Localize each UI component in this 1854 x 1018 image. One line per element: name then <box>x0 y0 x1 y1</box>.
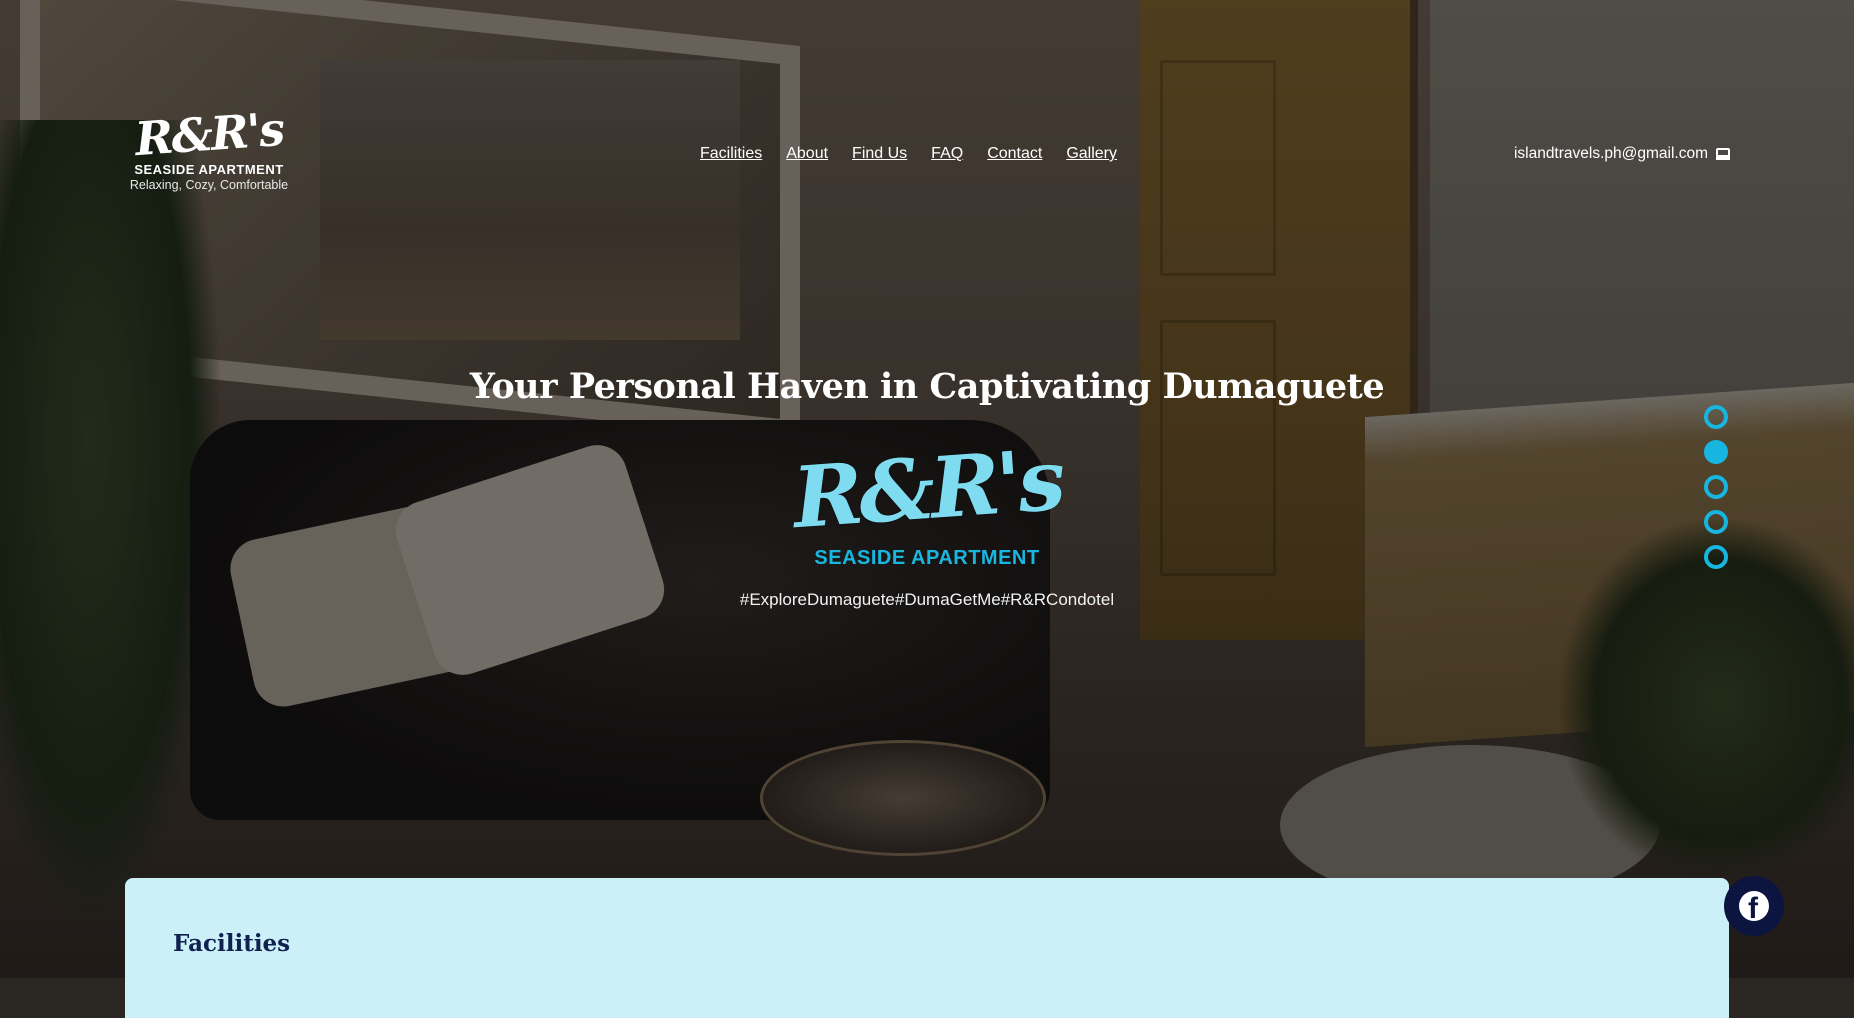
hero-logo: R&R's SEASIDE APARTMENT <box>0 430 1854 570</box>
hero-headline: Your Personal Haven in Captivating Dumag… <box>469 366 1385 407</box>
facebook-icon: f <box>1739 891 1769 921</box>
slider-dots <box>1704 405 1728 569</box>
nav-about[interactable]: About <box>786 145 828 163</box>
slider-dot-3[interactable] <box>1704 475 1728 499</box>
logo-tagline: Relaxing, Cozy, Comfortable <box>129 178 289 192</box>
nav-gallery[interactable]: Gallery <box>1066 145 1117 163</box>
hero-logo-name: SEASIDE APARTMENT <box>814 547 1040 569</box>
facebook-button[interactable]: f <box>1724 876 1784 936</box>
facilities-title: Facilities <box>173 930 291 957</box>
nav-contact[interactable]: Contact <box>987 145 1042 163</box>
slider-dot-4[interactable] <box>1704 510 1728 534</box>
slider-dot-1[interactable] <box>1704 405 1728 429</box>
inbox-icon <box>1716 148 1730 160</box>
facilities-card: Facilities <box>125 878 1729 1018</box>
nav-facilities[interactable]: Facilities <box>700 145 762 163</box>
nav-faq[interactable]: FAQ <box>931 145 963 163</box>
email-link[interactable]: islandtravels.ph@gmail.com <box>1514 145 1730 163</box>
site-logo[interactable]: R&R's SEASIDE APARTMENT Relaxing, Cozy, … <box>118 102 300 192</box>
email-address: islandtravels.ph@gmail.com <box>1513 145 1708 162</box>
hero-logo-script: R&R's <box>789 429 1065 548</box>
logo-script: R&R's <box>133 101 285 167</box>
hero-hashtags: #ExploreDumaguete#DumaGetMe#R&RCondotel <box>739 590 1115 609</box>
slider-dot-5[interactable] <box>1704 545 1728 569</box>
main-nav: Facilities About Find Us FAQ Contact Gal… <box>700 145 1117 163</box>
nav-find-us[interactable]: Find Us <box>852 145 907 163</box>
slider-dot-2[interactable] <box>1704 440 1728 464</box>
